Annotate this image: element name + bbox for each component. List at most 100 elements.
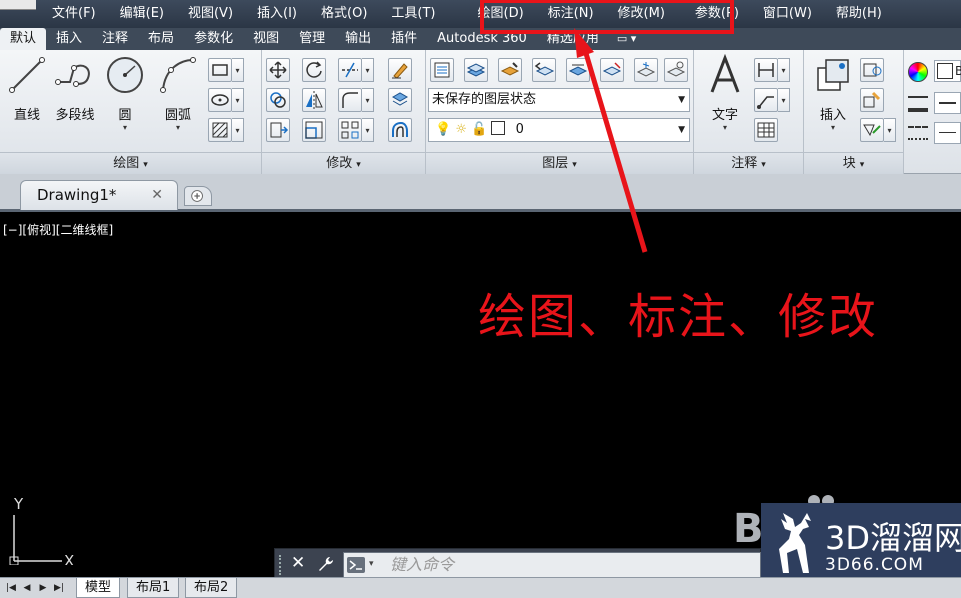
- menu-draw[interactable]: 绘图(D): [466, 0, 536, 28]
- text-tool-button[interactable]: 文字 ▾: [700, 54, 750, 134]
- tab-parametric[interactable]: 参数化: [184, 28, 243, 50]
- menu-edit[interactable]: 编辑(E): [108, 0, 176, 28]
- tab-view[interactable]: 视图: [243, 28, 289, 50]
- tab-manage[interactable]: 管理: [289, 28, 335, 50]
- create-block-button[interactable]: [860, 58, 884, 82]
- command-prompt-button[interactable]: ▾: [347, 556, 383, 574]
- menu-tools[interactable]: 工具(T): [379, 0, 447, 28]
- color-wheel-icon[interactable]: [908, 62, 928, 82]
- layer-off-button[interactable]: [664, 58, 688, 82]
- layer-unisolate-button[interactable]: [600, 58, 624, 82]
- menu-view[interactable]: 视图(V): [176, 0, 245, 28]
- menu-format[interactable]: 格式(O): [309, 0, 379, 28]
- rectangle-dropdown-icon[interactable]: ▾: [232, 58, 244, 82]
- leader-dropdown-icon[interactable]: ▾: [778, 88, 790, 112]
- offset-button[interactable]: [388, 118, 412, 142]
- hatch-button[interactable]: [208, 88, 232, 112]
- layer-color-swatch[interactable]: [491, 121, 506, 135]
- menu-window[interactable]: 窗口(W): [751, 0, 824, 28]
- edit-attribute-dropdown-icon[interactable]: ▾: [884, 118, 896, 142]
- dimension-dropdown-icon[interactable]: ▾: [778, 58, 790, 82]
- mirror-button[interactable]: [302, 88, 326, 112]
- hatch-dropdown-icon[interactable]: ▾: [232, 118, 244, 142]
- scale-button[interactable]: [302, 118, 326, 142]
- new-drawing-tab-button[interactable]: [184, 186, 212, 206]
- panel-draw-title[interactable]: 绘图 ▾: [0, 152, 261, 174]
- menu-help[interactable]: 帮助(H): [824, 0, 894, 28]
- text-dropdown-icon[interactable]: ▾: [700, 123, 750, 132]
- panel-modify-title[interactable]: 修改 ▾: [262, 152, 425, 174]
- last-layout-icon[interactable]: ▶|: [52, 581, 66, 595]
- rectangle-button[interactable]: [208, 58, 232, 82]
- panel-annotation-title[interactable]: 注释 ▾: [694, 152, 803, 174]
- move-button[interactable]: [266, 58, 290, 82]
- layer-match-button[interactable]: [498, 58, 522, 82]
- linear-dimension-button[interactable]: [754, 58, 778, 82]
- tab-output[interactable]: 输出: [335, 28, 381, 50]
- application-button[interactable]: [0, 0, 36, 10]
- trim-dropdown-icon[interactable]: ▾: [362, 58, 374, 82]
- menu-modify[interactable]: 修改(M): [606, 0, 677, 28]
- panel-layers-title[interactable]: 图层 ▾: [426, 152, 693, 174]
- menu-parametric[interactable]: 参数(P): [683, 0, 751, 28]
- tab-default[interactable]: 默认: [0, 28, 47, 50]
- wrench-icon[interactable]: [315, 554, 335, 574]
- layer-freeze-button[interactable]: [634, 58, 658, 82]
- tab-insert[interactable]: 插入: [46, 28, 92, 50]
- tab-layout[interactable]: 布局: [138, 28, 184, 50]
- array-dropdown-icon[interactable]: ▾: [362, 118, 374, 142]
- copy-button[interactable]: [266, 88, 290, 112]
- leader-button[interactable]: [754, 88, 778, 112]
- tab-autodesk-360[interactable]: Autodesk 360: [427, 28, 537, 50]
- ellipse-dropdown-icon[interactable]: ▾: [232, 88, 244, 112]
- layer-isolate-button[interactable]: [566, 58, 590, 82]
- command-line-grip[interactable]: [279, 555, 284, 575]
- tab-featured-apps[interactable]: 精选应用: [537, 28, 609, 50]
- hatch-pattern-button[interactable]: [208, 118, 232, 142]
- menu-insert[interactable]: 插入(I): [245, 0, 309, 28]
- stretch-button[interactable]: [266, 118, 290, 142]
- tab-layout1[interactable]: 布局1: [127, 578, 180, 598]
- circle-dropdown-icon[interactable]: ▾: [100, 123, 150, 132]
- fillet-button[interactable]: [338, 88, 362, 112]
- trim-button[interactable]: [338, 58, 362, 82]
- insert-dropdown-icon[interactable]: ▾: [808, 123, 858, 132]
- rotate-button[interactable]: [302, 58, 326, 82]
- command-input[interactable]: 键入命令: [343, 552, 761, 578]
- insert-block-button[interactable]: 插入 ▾: [808, 54, 858, 134]
- array-button[interactable]: [338, 118, 362, 142]
- erase-button[interactable]: [388, 58, 412, 82]
- panel-block-title[interactable]: 块 ▾: [804, 152, 903, 174]
- edit-block-button[interactable]: [860, 88, 884, 112]
- edit-attribute-button[interactable]: [860, 118, 884, 142]
- first-layout-icon[interactable]: |◀: [4, 581, 18, 595]
- prev-layout-icon[interactable]: ◀: [20, 581, 34, 595]
- lineweight-icon[interactable]: [908, 96, 928, 112]
- table-button[interactable]: [754, 118, 778, 142]
- viewport-controls-label[interactable]: [−][俯视][二维线框]: [3, 221, 113, 238]
- layer-previous-button[interactable]: [532, 58, 556, 82]
- tab-plugins[interactable]: 插件: [381, 28, 427, 50]
- line-tool-button[interactable]: 直线: [2, 54, 52, 134]
- sun-icon[interactable]: ☼: [455, 122, 467, 137]
- layer-state-combo[interactable]: 未保存的图层状态 ▼: [428, 88, 690, 112]
- circle-tool-button[interactable]: 圆 ▾: [100, 54, 150, 134]
- polyline-tool-button[interactable]: 多段线: [50, 54, 100, 134]
- lightbulb-icon[interactable]: 💡: [435, 122, 451, 137]
- close-icon[interactable]: ✕: [151, 181, 163, 209]
- lock-icon[interactable]: 🔓: [471, 122, 487, 137]
- tab-layout2[interactable]: 布局2: [185, 578, 238, 598]
- fillet-dropdown-icon[interactable]: ▾: [362, 88, 374, 112]
- arc-dropdown-icon[interactable]: ▾: [153, 123, 203, 132]
- next-layout-icon[interactable]: ▶: [36, 581, 50, 595]
- layer-combo[interactable]: 💡 ☼ 🔓 0 ▼: [428, 118, 690, 142]
- color-combo[interactable]: B: [934, 60, 961, 82]
- tab-annotate[interactable]: 注释: [92, 28, 138, 50]
- file-tab-drawing1[interactable]: Drawing1* ✕: [20, 180, 178, 210]
- linetype-combo[interactable]: [934, 122, 961, 144]
- layer-properties-button[interactable]: [430, 58, 454, 82]
- linetype-icon[interactable]: [908, 126, 928, 140]
- explode-button[interactable]: [388, 88, 412, 112]
- layer-state-button[interactable]: [464, 58, 488, 82]
- arc-tool-button[interactable]: 圆弧 ▾: [153, 54, 203, 134]
